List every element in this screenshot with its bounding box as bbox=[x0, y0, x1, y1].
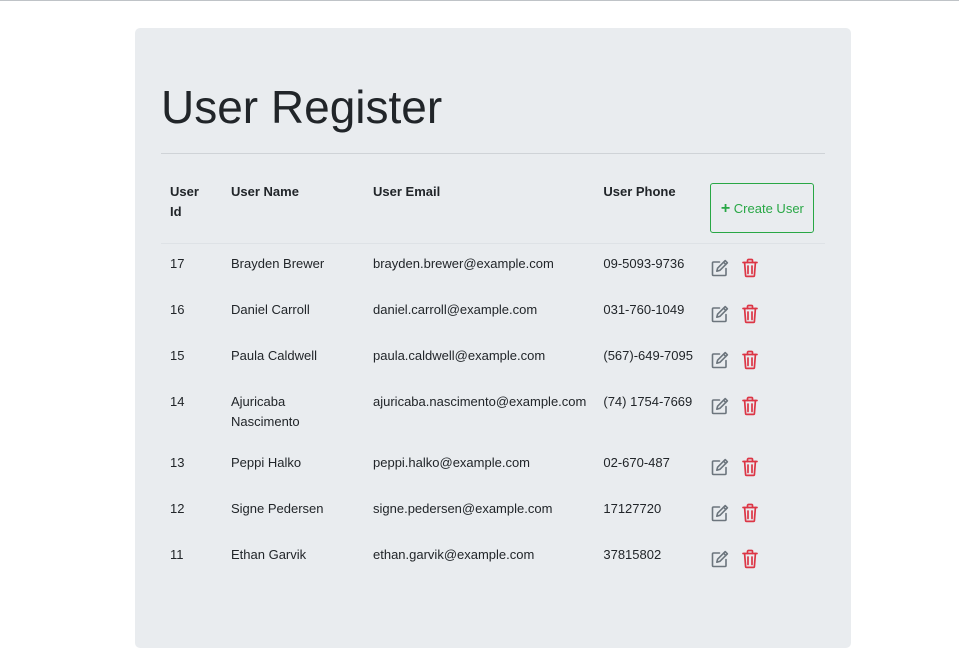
cell-user-name: Daniel Carroll bbox=[231, 302, 310, 317]
users-table: User Id User Name User Email User Phone … bbox=[161, 172, 825, 581]
row-actions bbox=[710, 300, 817, 324]
cell-actions bbox=[701, 290, 825, 336]
table-row: 12 Signe Pedersen signe.pedersen@example.c… bbox=[161, 489, 825, 535]
trash-icon[interactable] bbox=[742, 304, 759, 324]
edit-icon[interactable] bbox=[710, 457, 730, 477]
cell-user-phone: 02-670-487 bbox=[603, 455, 670, 470]
cell-user-id: 15 bbox=[170, 348, 185, 363]
cell-user-email: peppi.halko@example.com bbox=[373, 455, 531, 470]
top-border bbox=[0, 0, 959, 1]
cell-user-name: Paula Caldwell bbox=[231, 348, 317, 363]
cell-user-phone: (567)-649-7095 bbox=[603, 348, 693, 363]
header-user-email: User Email bbox=[373, 184, 441, 199]
cell-user-id: 16 bbox=[170, 302, 185, 317]
cell-actions bbox=[701, 336, 825, 382]
header-user-phone: User Phone bbox=[603, 184, 676, 199]
cell-user-name: Ajuricaba Nascimento bbox=[231, 394, 300, 429]
cell-user-phone: 031-760-1049 bbox=[603, 302, 685, 317]
cell-user-id: 14 bbox=[170, 394, 185, 409]
edit-icon[interactable] bbox=[710, 549, 730, 569]
page-title: User Register bbox=[161, 81, 443, 133]
edit-icon[interactable] bbox=[710, 350, 730, 370]
create-user-button[interactable]: + Create User bbox=[710, 183, 815, 233]
trash-icon[interactable] bbox=[742, 503, 759, 523]
cell-user-id: 11 bbox=[170, 547, 184, 562]
cell-actions bbox=[701, 443, 825, 489]
cell-user-email: ethan.garvik@example.com bbox=[373, 547, 535, 562]
cell-user-phone: 37815802 bbox=[603, 547, 662, 562]
edit-icon[interactable] bbox=[710, 258, 730, 278]
cell-actions bbox=[701, 535, 825, 581]
trash-icon[interactable] bbox=[742, 350, 759, 370]
edit-icon[interactable] bbox=[710, 396, 730, 416]
cell-actions bbox=[701, 382, 825, 443]
row-actions bbox=[710, 453, 817, 477]
cell-user-email: paula.caldwell@example.com bbox=[373, 348, 546, 363]
cell-user-name: Ethan Garvik bbox=[231, 547, 307, 562]
cell-user-name: Peppi Halko bbox=[231, 455, 302, 470]
table-header: User Id User Name User Email User Phone … bbox=[161, 172, 825, 244]
cell-user-phone: 17127720 bbox=[603, 501, 662, 516]
cell-user-email: daniel.carroll@example.com bbox=[373, 302, 538, 317]
cell-user-name: Signe Pedersen bbox=[231, 501, 324, 516]
row-actions bbox=[710, 545, 817, 569]
cell-actions bbox=[701, 489, 825, 535]
trash-icon[interactable] bbox=[742, 457, 759, 477]
cell-actions bbox=[701, 244, 825, 291]
plus-icon: + bbox=[720, 199, 731, 217]
table-row: 17 Brayden Brewer brayden.brewer@example.c… bbox=[161, 244, 825, 291]
table-row: 14 Ajuricaba Nascimento ajuricaba.nascimen… bbox=[161, 382, 825, 443]
trash-icon[interactable] bbox=[742, 396, 759, 416]
header-user-name: User Name bbox=[231, 184, 299, 199]
cell-user-phone: (74) 1754-7669 bbox=[603, 394, 693, 409]
header-actions: + Create User bbox=[701, 172, 825, 244]
cell-user-email: brayden.brewer@example.com bbox=[373, 256, 554, 271]
row-actions bbox=[710, 254, 817, 278]
table-row: 13 Peppi Halko peppi.halko@example.com 02-6… bbox=[161, 443, 825, 489]
cell-user-id: 13 bbox=[170, 455, 185, 470]
header-row: User Id User Name User Email User Phone … bbox=[161, 172, 825, 244]
row-actions bbox=[710, 392, 817, 416]
create-user-label: Create User bbox=[733, 200, 804, 216]
register-panel: User Register User Id User Name User Ema… bbox=[135, 28, 851, 648]
cell-user-name: Brayden Brewer bbox=[231, 256, 325, 271]
edit-icon[interactable] bbox=[710, 304, 730, 324]
cell-user-email: ajuricaba.nascimento@example.com bbox=[373, 394, 587, 409]
cell-user-email: signe.pedersen@example.com bbox=[373, 501, 553, 516]
header-user-id: User Id bbox=[170, 184, 199, 219]
table-row: 16 Daniel Carroll daniel.carroll@example.c… bbox=[161, 290, 825, 336]
cell-user-id: 12 bbox=[170, 501, 185, 516]
trash-icon[interactable] bbox=[742, 258, 759, 278]
cell-user-phone: 09-5093-9736 bbox=[603, 256, 685, 271]
title-divider bbox=[161, 153, 825, 154]
table-body: 17 Brayden Brewer brayden.brewer@example.c… bbox=[161, 244, 825, 582]
trash-icon[interactable] bbox=[742, 549, 759, 569]
cell-user-id: 17 bbox=[170, 256, 185, 271]
edit-icon[interactable] bbox=[710, 503, 730, 523]
table-row: 15 Paula Caldwell paula.caldwell@example.c… bbox=[161, 336, 825, 382]
row-actions bbox=[710, 346, 817, 370]
table-row: 11 Ethan Garvik ethan.garvik@example.com 37… bbox=[161, 535, 825, 581]
row-actions bbox=[710, 499, 817, 523]
